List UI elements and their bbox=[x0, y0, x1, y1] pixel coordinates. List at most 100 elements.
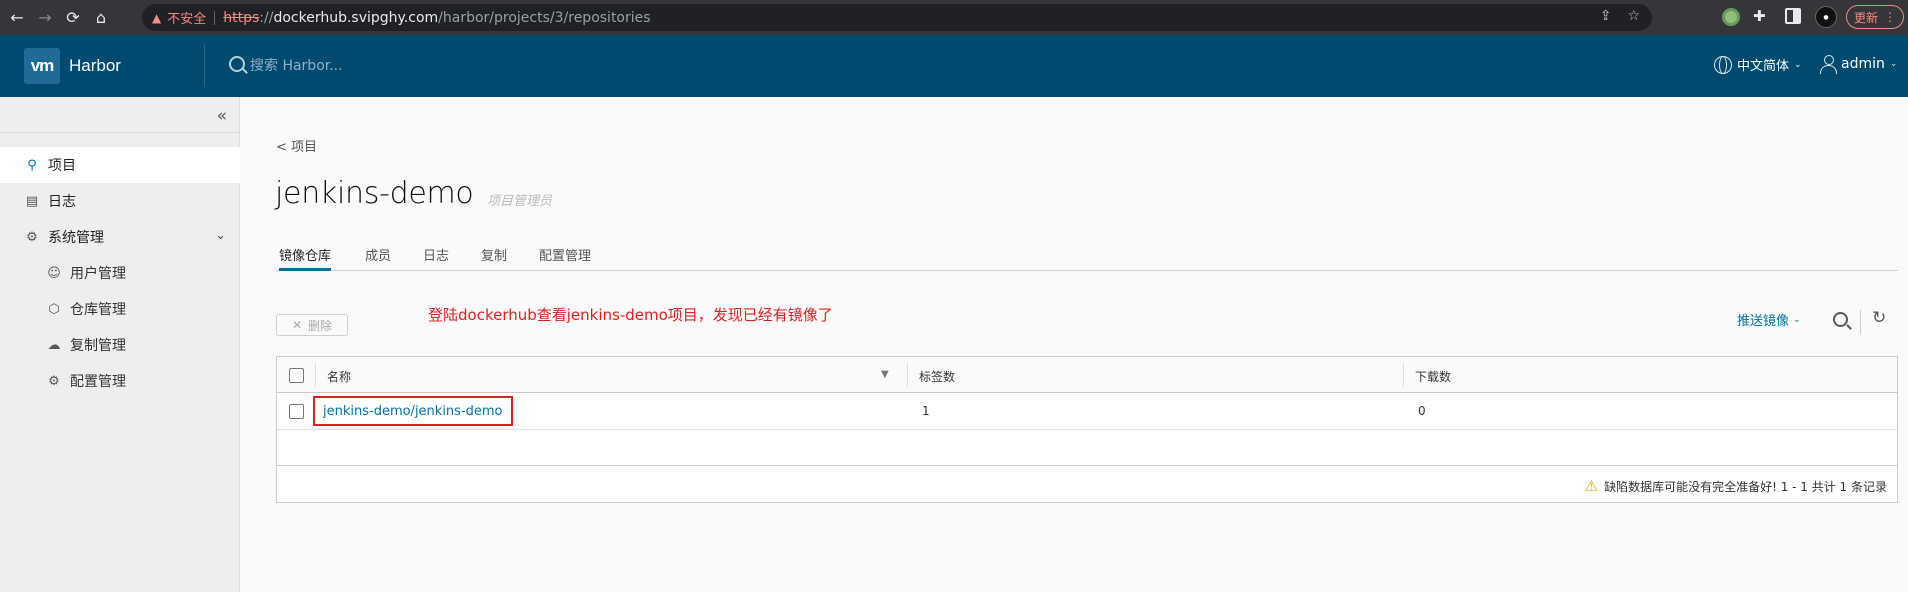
app-header: vm Harbor 中文简体 ⌄ admin ⌄ bbox=[0, 35, 1908, 97]
column-divider bbox=[1403, 363, 1404, 387]
update-button[interactable]: 更新 ⋮ bbox=[1846, 5, 1904, 29]
pulls-count: 0 bbox=[1418, 404, 1426, 418]
repository-link[interactable]: jenkins-demo/jenkins-demo bbox=[313, 396, 513, 426]
search-icon[interactable] bbox=[1833, 312, 1848, 327]
projects-icon: ⚲ bbox=[27, 157, 37, 173]
forward-arrow-icon[interactable]: → bbox=[34, 7, 56, 29]
url-protocol: https bbox=[223, 9, 260, 26]
header-divider bbox=[204, 45, 205, 87]
role-label: 项目管理员 bbox=[487, 194, 553, 209]
push-label: 推送镜像 bbox=[1737, 314, 1790, 329]
admin-icon: ⚙ bbox=[26, 229, 38, 245]
column-divider bbox=[907, 363, 908, 387]
sidebar-item-config[interactable]: ⚙ 配置管理 bbox=[0, 363, 240, 399]
users-icon: ☺ bbox=[47, 265, 61, 281]
sidebar-item-label: 用户管理 bbox=[70, 266, 126, 282]
column-divider bbox=[315, 363, 316, 387]
column-header-name[interactable]: 名称 bbox=[327, 368, 351, 385]
column-header-tags[interactable]: 标签数 bbox=[919, 368, 955, 385]
user-icon bbox=[1820, 55, 1837, 74]
url-host: dockerhub.svipghy.com bbox=[273, 9, 439, 26]
tab-repositories[interactable]: 镜像仓库 bbox=[279, 245, 332, 271]
tags-count: 1 bbox=[922, 404, 930, 418]
app-name[interactable]: Harbor bbox=[69, 56, 121, 76]
home-icon[interactable]: ⌂ bbox=[90, 7, 112, 29]
push-image-button[interactable]: 推送镜像 ⌄ bbox=[1737, 310, 1801, 329]
language-switcher[interactable]: 中文简体 ⌄ bbox=[1714, 55, 1802, 74]
sidebar-item-label: 项目 bbox=[48, 158, 76, 174]
table-header: 名称 ▼ 标签数 下载数 bbox=[277, 357, 1897, 393]
chevron-down-icon: ⌄ bbox=[1889, 59, 1898, 69]
sidebar-item-users[interactable]: ☺ 用户管理 bbox=[0, 255, 240, 291]
registry-icon: ⬡ bbox=[48, 301, 60, 317]
row-checkbox[interactable] bbox=[289, 404, 304, 419]
repositories-table: 名称 ▼ 标签数 下载数 jenkins-demo/jenkins-demo 1… bbox=[276, 356, 1898, 503]
chevron-down-icon: ⌄ bbox=[215, 228, 226, 243]
page-title: jenkins-demo bbox=[275, 176, 474, 211]
footer-status: ⚠ 缺陷数据库可能没有完全准备好! 1 - 1 共计 1 条记录 bbox=[1585, 477, 1887, 495]
sidebar-item-logs[interactable]: ▤ 日志 bbox=[0, 183, 240, 219]
table-empty-row bbox=[277, 430, 1897, 466]
profile-avatar[interactable]: ● bbox=[1815, 6, 1837, 28]
logs-icon: ▤ bbox=[25, 193, 39, 209]
sidebar-item-replication[interactable]: ☁ 复制管理 bbox=[0, 327, 240, 363]
replication-icon: ☁ bbox=[47, 337, 61, 353]
refresh-icon[interactable]: ↻ bbox=[1872, 308, 1886, 328]
sidebar-item-registries[interactable]: ⬡ 仓库管理 bbox=[0, 291, 240, 327]
update-label: 更新 bbox=[1853, 10, 1878, 25]
insecure-label: 不安全 bbox=[167, 12, 207, 27]
sidebar: « ⚲ 项目 ▤ 日志 ⚙ 系统管理 ⌄ ☺ 用户管理 ⬡ 仓库管理 ☁ 复制管… bbox=[0, 97, 240, 592]
toolbar-divider bbox=[1860, 310, 1861, 334]
share-icon[interactable]: ⇪ bbox=[1600, 8, 1612, 24]
url-path: /harbor/projects/3/repositories bbox=[438, 9, 651, 26]
sidebar-item-label: 日志 bbox=[48, 194, 76, 210]
language-label: 中文简体 bbox=[1737, 59, 1790, 74]
close-icon: ✕ bbox=[291, 318, 303, 332]
user-name: admin bbox=[1841, 56, 1885, 72]
filter-icon[interactable]: ▼ bbox=[881, 369, 889, 380]
browser-toolbar: ← → ⟳ ⌂ ▲ 不安全 https://dockerhub.svipghy.… bbox=[0, 0, 1908, 35]
back-arrow-icon[interactable]: ← bbox=[6, 7, 28, 29]
tab-members[interactable]: 成员 bbox=[365, 245, 391, 271]
chevron-down-icon: ⌄ bbox=[1794, 59, 1802, 70]
globe-icon bbox=[1714, 55, 1732, 74]
chevron-down-icon: ⌄ bbox=[1793, 314, 1801, 325]
sidebar-item-projects[interactable]: ⚲ 项目 bbox=[0, 147, 240, 183]
puzzle-icon[interactable]: ✚ bbox=[1753, 7, 1771, 25]
search-icon bbox=[229, 56, 245, 72]
annotation-text: 登陆dockerhub查看jenkins-demo项目，发现已经有镜像了 bbox=[428, 306, 833, 324]
vmware-logo[interactable]: vm bbox=[24, 48, 60, 84]
tab-replication[interactable]: 复制 bbox=[481, 245, 507, 271]
star-icon[interactable]: ☆ bbox=[1627, 8, 1640, 24]
tab-bar: 镜像仓库 成员 日志 复制 配置管理 bbox=[276, 237, 1898, 271]
address-actions: ⇪ ☆ bbox=[1600, 8, 1640, 24]
sidebar-item-label: 系统管理 bbox=[48, 230, 104, 246]
side-panel-icon[interactable] bbox=[1785, 8, 1801, 24]
reload-icon[interactable]: ⟳ bbox=[62, 7, 84, 29]
address-bar[interactable]: ▲ 不安全 https://dockerhub.svipghy.com/harb… bbox=[142, 4, 1652, 31]
more-icon: ⋮ bbox=[1884, 10, 1896, 24]
sidebar-collapse-row: « bbox=[0, 97, 239, 133]
user-menu[interactable]: admin ⌄ bbox=[1820, 55, 1898, 74]
sidebar-item-label: 复制管理 bbox=[70, 338, 126, 354]
delete-label: 删除 bbox=[308, 318, 333, 333]
url-separator: :// bbox=[259, 9, 274, 26]
select-all-checkbox[interactable] bbox=[289, 368, 304, 383]
table-row: jenkins-demo/jenkins-demo 1 0 bbox=[277, 393, 1897, 430]
footer-text: 缺陷数据库可能没有完全准备好! 1 - 1 共计 1 条记录 bbox=[1604, 479, 1887, 494]
extension-icon[interactable] bbox=[1722, 8, 1740, 26]
sidebar-item-admin[interactable]: ⚙ 系统管理 ⌄ bbox=[0, 219, 240, 255]
sidebar-item-label: 配置管理 bbox=[70, 374, 126, 390]
warning-icon: ⚠ bbox=[1584, 477, 1599, 495]
sidebar-item-label: 仓库管理 bbox=[70, 302, 126, 318]
table-footer: ⚠ 缺陷数据库可能没有完全准备好! 1 - 1 共计 1 条记录 bbox=[277, 466, 1897, 502]
search-input[interactable] bbox=[250, 55, 550, 77]
warning-icon: ▲ bbox=[152, 10, 162, 25]
collapse-icon[interactable]: « bbox=[217, 106, 227, 126]
tab-configuration[interactable]: 配置管理 bbox=[539, 245, 591, 271]
column-header-pulls[interactable]: 下载数 bbox=[1415, 368, 1451, 385]
breadcrumb-projects[interactable]: < 项目 bbox=[276, 136, 317, 155]
delete-button[interactable]: ✕ 删除 bbox=[276, 314, 348, 336]
tab-logs[interactable]: 日志 bbox=[423, 245, 449, 271]
config-icon: ⚙ bbox=[48, 373, 60, 389]
